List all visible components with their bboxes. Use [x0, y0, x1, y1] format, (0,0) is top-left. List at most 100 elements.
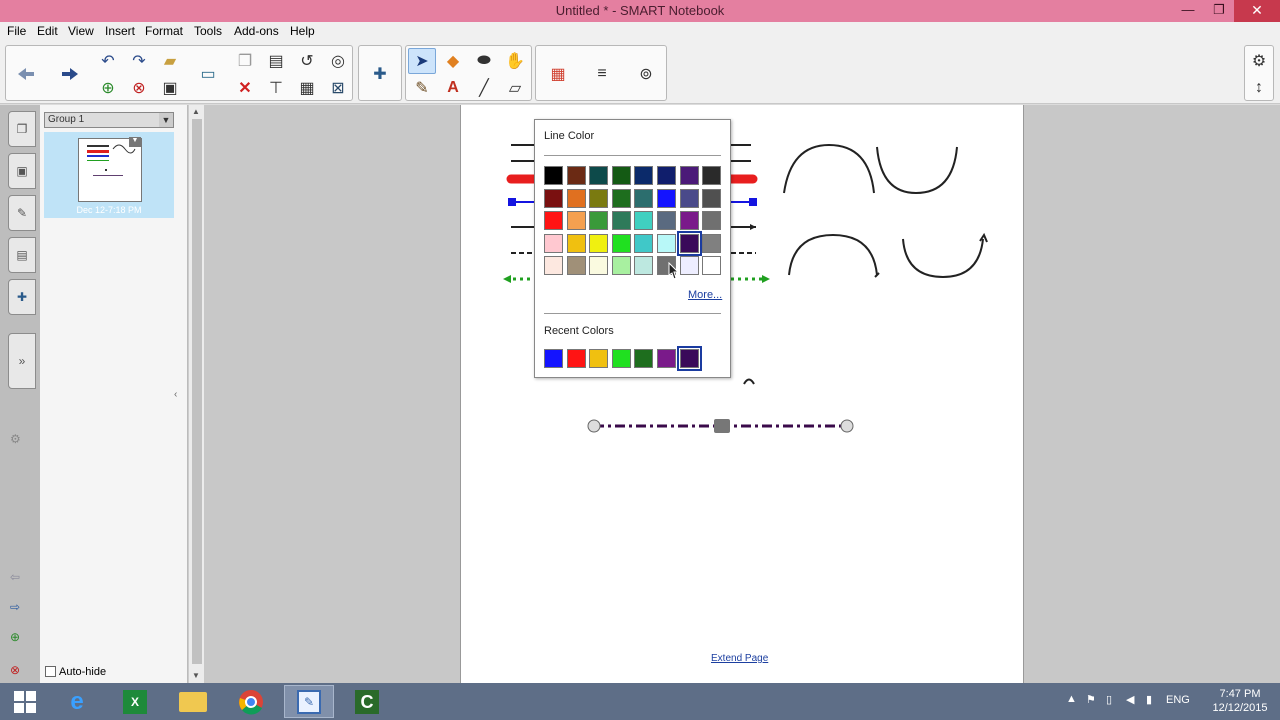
thumbnail-menu-icon[interactable]: ▼ [129, 137, 141, 147]
color-swatch[interactable] [679, 166, 699, 185]
flag-icon[interactable]: ⚑ [1086, 693, 1096, 706]
scroll-down-icon[interactable]: ▼ [192, 671, 200, 680]
minimize-button[interactable]: — [1176, 0, 1200, 22]
recent-color-swatch[interactable] [566, 349, 586, 368]
screen-capture-button[interactable]: ▤ [262, 48, 290, 74]
color-swatch[interactable] [657, 188, 676, 208]
more-colors-link[interactable]: More... [688, 289, 722, 301]
redo-button[interactable]: ↷ [125, 48, 153, 74]
back-small-icon[interactable]: ⇦ [10, 570, 20, 584]
color-swatch[interactable] [566, 188, 586, 208]
scroll-thumb[interactable] [192, 119, 202, 664]
tab-properties[interactable]: ▤ [8, 237, 36, 273]
color-swatch[interactable] [657, 233, 676, 253]
tab-addons[interactable]: ✚ [8, 279, 36, 315]
color-swatch[interactable] [702, 188, 722, 208]
color-swatch[interactable] [679, 211, 699, 231]
recent-color-swatch[interactable] [589, 349, 609, 368]
menu-view[interactable]: View [68, 24, 94, 38]
clock[interactable]: 7:47 PM 12/12/2015 [1210, 687, 1270, 715]
color-swatch[interactable] [634, 166, 654, 185]
delete-button[interactable]: ✕ [231, 75, 259, 101]
tab-attachments[interactable]: ✎ [8, 195, 36, 231]
color-swatch[interactable] [566, 211, 586, 231]
line-color-button[interactable]: ▦ [544, 61, 572, 87]
pen-tool[interactable]: ✎ [408, 75, 436, 101]
menu-addons[interactable]: Add-ons [234, 24, 279, 38]
forward-small-icon[interactable]: ⇨ [10, 600, 20, 614]
restore-button[interactable]: ❐ [1204, 0, 1234, 22]
color-swatch[interactable] [634, 233, 654, 253]
settings-button[interactable]: ⚙ [1245, 48, 1273, 74]
color-swatch[interactable] [702, 211, 722, 231]
tab-gallery[interactable]: ▣ [8, 153, 36, 189]
menu-help[interactable]: Help [290, 24, 315, 38]
text-tool[interactable]: A [439, 75, 467, 101]
color-swatch[interactable] [657, 211, 676, 231]
autohide-toggle[interactable]: Auto-hide [45, 666, 106, 678]
close-button[interactable]: ✕ [1234, 0, 1280, 22]
selected-line[interactable] [587, 419, 854, 433]
menu-insert[interactable]: Insert [105, 24, 135, 38]
addons-button[interactable]: ✚ [366, 61, 394, 87]
color-swatch[interactable] [702, 256, 722, 276]
scroll-up-icon[interactable]: ▲ [192, 107, 200, 116]
start-button[interactable] [0, 685, 50, 718]
color-swatch[interactable] [589, 233, 609, 253]
tray-overflow-icon[interactable]: ▲ [1066, 693, 1077, 705]
page-thumbnail[interactable]: ▼ Dec 12-7:18 PM [44, 132, 174, 218]
recent-color-swatch[interactable] [676, 346, 702, 371]
color-swatch[interactable] [566, 233, 586, 253]
shape-tool[interactable]: ◆ [439, 48, 467, 74]
extend-page-link[interactable]: Extend Page [711, 653, 768, 664]
add-page-small-icon[interactable]: ⊕ [10, 630, 20, 644]
color-swatch[interactable] [679, 188, 699, 208]
group-select[interactable]: Group 1 ▼ [44, 112, 174, 128]
color-swatch[interactable] [589, 256, 609, 276]
taskbar-camtasia[interactable]: C [342, 685, 392, 718]
color-swatch[interactable] [544, 233, 563, 253]
autohide-checkbox[interactable] [45, 666, 56, 677]
collapse-chevron-icon[interactable]: ‹ [174, 389, 177, 400]
color-swatch[interactable] [589, 188, 609, 208]
lock-button[interactable]: ◎ [324, 48, 352, 74]
color-swatch[interactable] [634, 211, 654, 231]
color-swatch[interactable] [702, 166, 722, 185]
color-swatch[interactable] [544, 211, 563, 231]
devices-icon[interactable]: ▯ [1106, 693, 1112, 706]
sorter-scrollbar[interactable]: ▲ ▼ [188, 105, 204, 685]
back-button[interactable] [12, 61, 40, 87]
open-file-button[interactable]: ▰ [156, 48, 184, 74]
color-swatch[interactable] [611, 233, 631, 253]
screen-shade-button[interactable]: ⊤ [262, 75, 290, 101]
color-swatch[interactable] [589, 166, 609, 185]
menu-file[interactable]: File [7, 24, 26, 38]
color-swatch[interactable] [679, 256, 699, 276]
color-swatch[interactable] [544, 166, 563, 185]
recent-color-swatch[interactable] [544, 349, 563, 368]
color-swatch[interactable] [634, 256, 654, 276]
insert-table-button[interactable]: ▦ [293, 75, 321, 101]
save-button[interactable]: ▣ [156, 75, 184, 101]
color-swatch[interactable] [676, 230, 702, 256]
menu-format[interactable]: Format [145, 24, 183, 38]
recent-color-swatch[interactable] [611, 349, 631, 368]
menu-tools[interactable]: Tools [194, 24, 222, 38]
forward-button[interactable] [56, 61, 84, 87]
color-swatch[interactable] [657, 166, 676, 185]
color-swatch[interactable] [589, 211, 609, 231]
add-page-button[interactable]: ⊕ [94, 75, 122, 101]
select-tool[interactable]: ➤ [408, 48, 436, 74]
delete-page-small-icon[interactable]: ⊗ [10, 663, 20, 677]
recent-color-swatch[interactable] [634, 349, 654, 368]
fill-tool[interactable]: ✋ [501, 48, 529, 74]
color-swatch[interactable] [611, 256, 631, 276]
move-toolbar-button[interactable]: ↕ [1245, 75, 1273, 101]
color-swatch[interactable] [611, 211, 631, 231]
language-indicator[interactable]: ENG [1166, 694, 1190, 706]
network-icon[interactable]: ▮ [1146, 693, 1152, 706]
tab-page-sorter[interactable]: ❐ [8, 111, 36, 147]
delete-page-button[interactable]: ⊗ [125, 75, 153, 101]
close-document-button[interactable]: ⊠ [324, 75, 352, 101]
paste-button[interactable]: ❐ [231, 48, 259, 74]
